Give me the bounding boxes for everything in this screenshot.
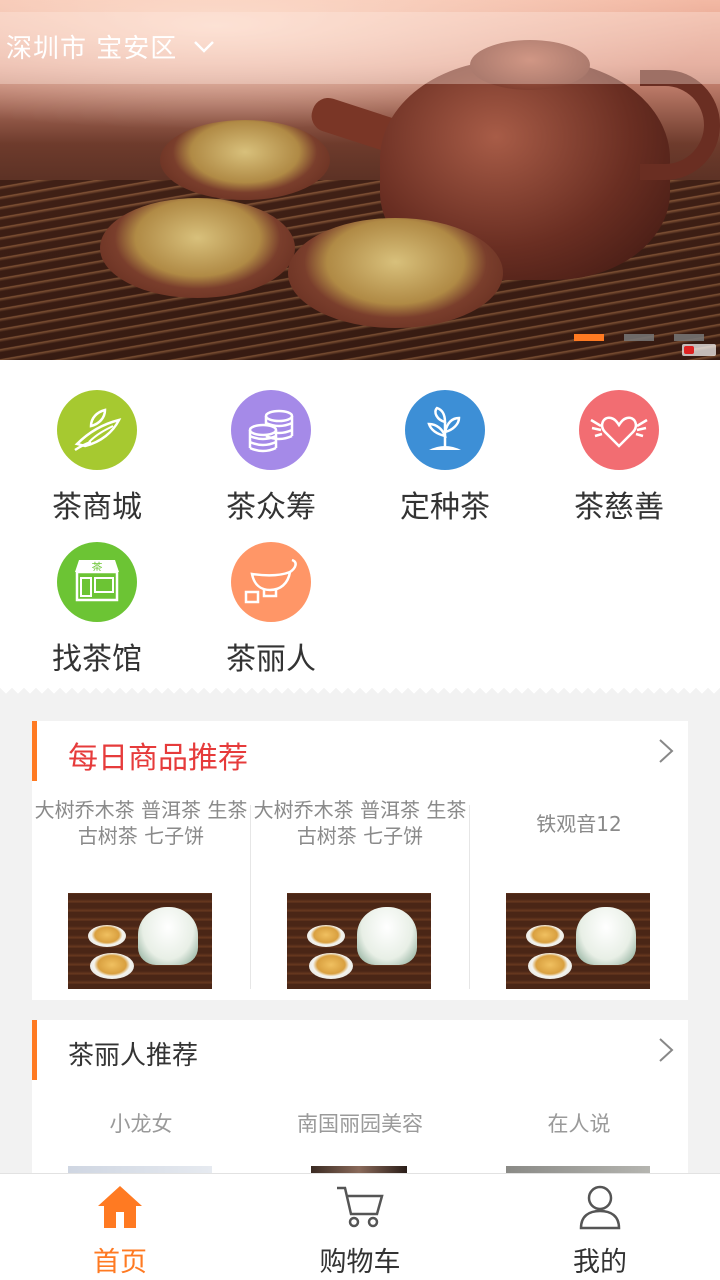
- product-name: 铁观音12: [536, 812, 622, 836]
- section-accent-bar: [32, 1020, 37, 1080]
- tab-label: 首页: [93, 1247, 147, 1278]
- carousel-dot[interactable]: [574, 334, 604, 341]
- menu-item-label: 定种茶: [400, 490, 490, 525]
- sprout-icon: [427, 406, 461, 450]
- user-icon: [579, 1185, 621, 1230]
- beauty-recommend-header[interactable]: 茶丽人推荐: [32, 1020, 688, 1080]
- carousel-dot[interactable]: [674, 334, 704, 341]
- menu-icon-circle: [405, 390, 485, 470]
- product-image: [287, 893, 431, 989]
- menu-item-tea-beauty[interactable]: 茶丽人: [184, 512, 358, 677]
- daily-recommend-title: 每日商品推荐: [68, 741, 248, 776]
- banner-tea-cup: [100, 198, 295, 298]
- banner-tea-cup: [160, 120, 330, 200]
- menu-item-label: 茶丽人: [226, 642, 316, 677]
- menu-icon-circle: [231, 390, 311, 470]
- menu-item-plant-tea[interactable]: 定种茶: [358, 360, 532, 525]
- person-item[interactable]: 南国丽园美容: [251, 1108, 469, 1174]
- location-city: 深圳市 宝安区: [6, 34, 178, 64]
- tab-label: 购物车: [319, 1247, 401, 1278]
- tab-cart[interactable]: 购物车: [240, 1174, 480, 1280]
- daily-recommend-header[interactable]: 每日商品推荐: [32, 721, 688, 781]
- person-name: 在人说: [547, 1112, 611, 1136]
- tab-label: 我的: [573, 1247, 627, 1278]
- product-name: 大树乔木茶 普洱茶 生茶 古树茶 七子饼: [253, 798, 467, 848]
- chevron-right-icon[interactable]: [658, 1037, 674, 1063]
- person-item[interactable]: 小龙女: [32, 1108, 250, 1174]
- menu-item-label: 找茶馆: [52, 642, 142, 677]
- product-image: [68, 893, 212, 989]
- menu-item-tea-mall[interactable]: 茶商城: [10, 360, 184, 525]
- product-item[interactable]: 大树乔木茶 普洱茶 生茶 古树茶 七子饼: [32, 797, 250, 991]
- chevron-down-icon: [194, 41, 214, 53]
- chevron-right-icon[interactable]: [658, 738, 674, 764]
- bottom-tab-bar: 首页 购物车 我的: [0, 1173, 720, 1280]
- category-menu: 茶商城 茶众筹 定种茶 茶慈善 茶 找茶馆 茶丽人: [0, 360, 720, 690]
- product-item[interactable]: 大树乔木茶 普洱茶 生茶 古树茶 七子饼: [251, 797, 469, 991]
- home-icon: [98, 1186, 142, 1228]
- person-name: 小龙女: [109, 1112, 173, 1136]
- menu-icon-circle: [231, 542, 311, 622]
- tab-home[interactable]: 首页: [0, 1174, 240, 1280]
- menu-icon-circle: [57, 390, 137, 470]
- daily-recommend-card: 每日商品推荐 大树乔木茶 普洱茶 生茶 古树茶 七子饼 大树乔木茶 普洱茶 生茶…: [32, 721, 688, 1000]
- cart-icon: [337, 1186, 384, 1228]
- teahouse-icon: 茶: [75, 560, 119, 602]
- carousel-dot[interactable]: [624, 334, 654, 341]
- carousel-indicator: [574, 334, 704, 341]
- tab-profile[interactable]: 我的: [480, 1174, 720, 1280]
- menu-item-charity[interactable]: 茶慈善: [532, 360, 706, 525]
- menu-item-label: 茶慈善: [574, 490, 664, 525]
- section-accent-bar: [32, 721, 37, 781]
- tea-leaf-icon: [74, 408, 122, 452]
- coins-icon: [248, 409, 294, 453]
- teapot-icon: [244, 558, 297, 604]
- product-item[interactable]: 铁观音12: [470, 797, 688, 991]
- menu-item-crowdfunding[interactable]: 茶众筹: [184, 360, 358, 525]
- watermark-logo: [682, 344, 716, 356]
- menu-icon-circle: 茶: [57, 542, 137, 622]
- section-divider: [0, 688, 720, 700]
- banner-tea-cup: [288, 218, 503, 328]
- product-image: [506, 893, 650, 989]
- person-item[interactable]: 在人说: [470, 1108, 688, 1174]
- banner-carousel[interactable]: 深圳市 宝安区: [0, 0, 720, 360]
- winged-heart-icon: [590, 416, 648, 448]
- menu-icon-circle: [579, 390, 659, 470]
- location-selector[interactable]: 深圳市 宝安区: [0, 12, 720, 84]
- beauty-recommend-card: 茶丽人推荐 小龙女 南国丽园美容 在人说: [32, 1020, 688, 1174]
- beauty-recommend-title: 茶丽人推荐: [68, 1041, 199, 1071]
- product-name: 大树乔木茶 普洱茶 生茶 古树茶 七子饼: [34, 798, 248, 848]
- menu-item-teahouse[interactable]: 茶 找茶馆: [10, 512, 184, 677]
- person-name: 南国丽园美容: [297, 1112, 423, 1136]
